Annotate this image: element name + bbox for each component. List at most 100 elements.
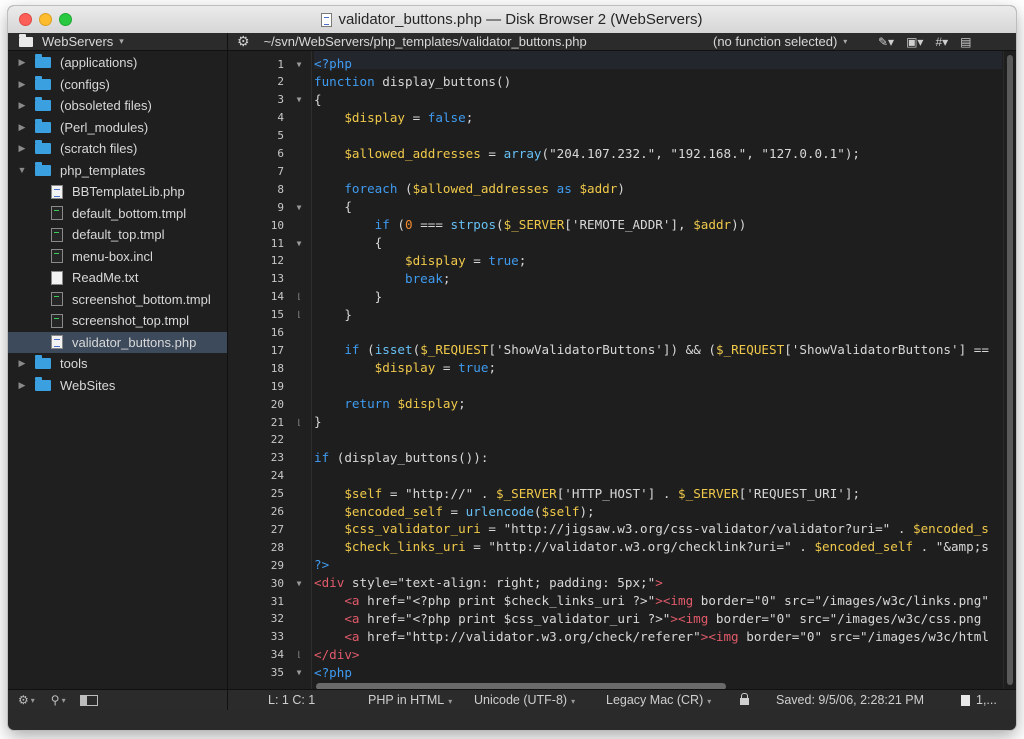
code-line[interactable]: }: [314, 306, 352, 324]
fold-end-icon[interactable]: ⌊: [289, 310, 309, 319]
sidebar-folder-item[interactable]: ▶ (scratch files): [8, 138, 227, 160]
code-line[interactable]: $display = true;: [314, 252, 526, 270]
sidebar-folder-item[interactable]: ▶ (configs): [8, 74, 227, 96]
fold-open-icon[interactable]: ▼: [289, 668, 309, 677]
sidebar-file-item[interactable]: menu-box.incl: [8, 246, 227, 268]
sidebar-file-item[interactable]: validator_buttons.php: [8, 331, 227, 353]
code-line[interactable]: ?>: [314, 556, 329, 574]
counterpart-menu-icon[interactable]: #▾: [935, 35, 948, 49]
code-line[interactable]: $allowed_addresses = array("204.107.232.…: [314, 145, 860, 163]
disclosure-collapsed-icon[interactable]: ▶: [17, 358, 27, 369]
code-line[interactable]: <?php: [314, 55, 352, 73]
code-token: )): [731, 217, 747, 233]
code-line[interactable]: <div style="text-align: right; padding: …: [314, 574, 663, 592]
disclosure-expanded-icon[interactable]: ▼: [17, 165, 27, 175]
line-endings-menu[interactable]: Legacy Mac (CR) ▾: [606, 693, 711, 707]
code-line[interactable]: $check_links_uri = "http://validator.w3.…: [314, 538, 989, 556]
fold-end-icon[interactable]: ⌊: [289, 418, 309, 427]
encoding-menu[interactable]: Unicode (UTF-8) ▾: [474, 693, 575, 707]
sidebar-folder-item[interactable]: ▶ (obsoleted files): [8, 95, 227, 117]
code-token: ,: [655, 145, 671, 161]
sidebar-folder-item[interactable]: ▶ WebSites: [8, 375, 227, 397]
sidebar-file-item[interactable]: BBTemplateLib.php: [8, 181, 227, 203]
app-window: validator_buttons.php — Disk Browser 2 (…: [8, 6, 1016, 730]
code-line[interactable]: $display = false;: [314, 109, 473, 127]
code-line[interactable]: $css_validator_uri = "http://jigsaw.w3.o…: [314, 520, 989, 538]
code-line[interactable]: <a href="http://validator.w3.org/check/r…: [314, 628, 989, 646]
sidebar-file-item[interactable]: screenshot_top.tmpl: [8, 310, 227, 332]
code-line[interactable]: <a href="<?php print $css_validator_uri …: [314, 610, 981, 628]
sidebar-search-menu[interactable]: ⚲ ▾: [51, 693, 66, 707]
sidebar-file-item[interactable]: default_bottom.tmpl: [8, 203, 227, 225]
sidebar-folder-item[interactable]: ▼ php_templates: [8, 160, 227, 182]
title-wrap: validator_buttons.php — Disk Browser 2 (…: [8, 6, 1016, 33]
code-line[interactable]: <?php: [314, 664, 352, 682]
code-line[interactable]: foreach ($allowed_addresses as $addr): [314, 180, 625, 198]
code-line[interactable]: $encoded_self = urlencode($self);: [314, 503, 594, 521]
line-number-gutter: 1 ▼ 2 3 ▼ 4 5 6 7 8 9 ▼ 10 11 ▼ 12 13 14 ⌊ 15 ⌊ 16 17 18 19 20 21 ⌊…: [228, 51, 312, 692]
clippings-menu-icon[interactable]: ▣▾: [906, 35, 923, 49]
lock-icon[interactable]: [740, 693, 749, 707]
chevron-down-icon: ▾: [448, 697, 453, 706]
code-line[interactable]: if (display_buttons()):: [314, 449, 488, 467]
code-token: (: [533, 503, 542, 519]
code-line[interactable]: if (isset($_REQUEST['ShowValidatorButton…: [314, 341, 989, 359]
code-line[interactable]: }: [314, 413, 322, 431]
disclosure-collapsed-icon[interactable]: ▶: [17, 143, 27, 154]
document-stats[interactable]: 1,...: [961, 693, 997, 707]
code-line[interactable]: {: [314, 234, 383, 252]
code-token: 'REMOTE_ADDR': [571, 217, 671, 233]
language-menu[interactable]: PHP in HTML ▾: [368, 693, 452, 707]
code-token: $addr: [693, 217, 732, 233]
document-icon[interactable]: ▤: [960, 35, 971, 49]
fold-open-icon[interactable]: ▼: [289, 60, 309, 69]
sidebar-file-item[interactable]: default_top.tmpl: [8, 224, 227, 246]
sidebar-file-item[interactable]: screenshot_bottom.tmpl: [8, 289, 227, 311]
window-title: validator_buttons.php — Disk Browser 2 (…: [338, 11, 703, 28]
fold-open-icon[interactable]: ▼: [289, 95, 309, 104]
code-line[interactable]: </div>: [314, 646, 360, 664]
code-area[interactable]: 1 ▼ 2 3 ▼ 4 5 6 7 8 9 ▼ 10 11 ▼ 12 13 14 ⌊ 15 ⌊ 16 17 18 19 20 21 ⌊…: [228, 51, 1016, 692]
cursor-position[interactable]: L: 1 C: 1: [268, 693, 315, 707]
function-popup[interactable]: (no function selected) ▾: [713, 33, 847, 50]
code-line[interactable]: $self = "http://" . $_SERVER['HTTP_HOST'…: [314, 485, 860, 503]
fold-open-icon[interactable]: ▼: [289, 579, 309, 588]
code-line[interactable]: $display = true;: [314, 359, 496, 377]
fold-end-icon[interactable]: ⌊: [289, 650, 309, 659]
code-line[interactable]: break;: [314, 270, 451, 288]
sidebar-action-menu[interactable]: ⚙ ▾: [18, 693, 35, 707]
code-line[interactable]: return $display;: [314, 395, 465, 413]
code-line[interactable]: {: [314, 198, 352, 216]
disclosure-collapsed-icon[interactable]: ▶: [17, 380, 27, 391]
sidebar-folder-item[interactable]: ▶ tools: [8, 353, 227, 375]
code-token: break: [405, 270, 443, 286]
code-line[interactable]: function display_buttons(): [314, 73, 511, 91]
sidebar-root-selector[interactable]: WebServers ▾: [8, 33, 227, 51]
gear-icon[interactable]: ⚙: [237, 33, 250, 50]
code-line[interactable]: if (0 === strpos($_SERVER['REMOTE_ADDR']…: [314, 216, 747, 234]
line-number: 17: [270, 343, 284, 357]
fold-end-icon[interactable]: ⌊: [289, 292, 309, 301]
sidebar-folder-item[interactable]: ▶ (applications): [8, 52, 227, 74]
vertical-scrollbar[interactable]: [1003, 51, 1016, 692]
line-number-row: 15 ⌊: [228, 306, 311, 324]
marker-menu-icon[interactable]: ✎▾: [878, 35, 894, 49]
code-line[interactable]: <a href="<?php print $check_links_uri ?>…: [314, 592, 989, 610]
toggle-sidebar-icon[interactable]: [79, 694, 98, 706]
line-number-row: 30 ▼: [228, 574, 311, 592]
disclosure-collapsed-icon[interactable]: ▶: [17, 79, 27, 90]
code-text[interactable]: <?php function display_buttons(){ $displa…: [314, 51, 1002, 692]
file-path-menu[interactable]: ~/svn/WebServers/php_templates/validator…: [264, 34, 587, 49]
disclosure-collapsed-icon[interactable]: ▶: [17, 100, 27, 111]
vertical-scroll-thumb[interactable]: [1007, 55, 1013, 685]
fold-open-icon[interactable]: ▼: [289, 239, 309, 248]
disclosure-collapsed-icon[interactable]: ▶: [17, 57, 27, 68]
code-line[interactable]: }: [314, 288, 383, 306]
disclosure-collapsed-icon[interactable]: ▶: [17, 122, 27, 133]
line-number: 32: [270, 612, 284, 626]
sidebar-file-item[interactable]: ReadMe.txt: [8, 267, 227, 289]
fold-open-icon[interactable]: ▼: [289, 203, 309, 212]
sidebar-folder-item[interactable]: ▶ (Perl_modules): [8, 117, 227, 139]
code-line[interactable]: {: [314, 91, 322, 109]
